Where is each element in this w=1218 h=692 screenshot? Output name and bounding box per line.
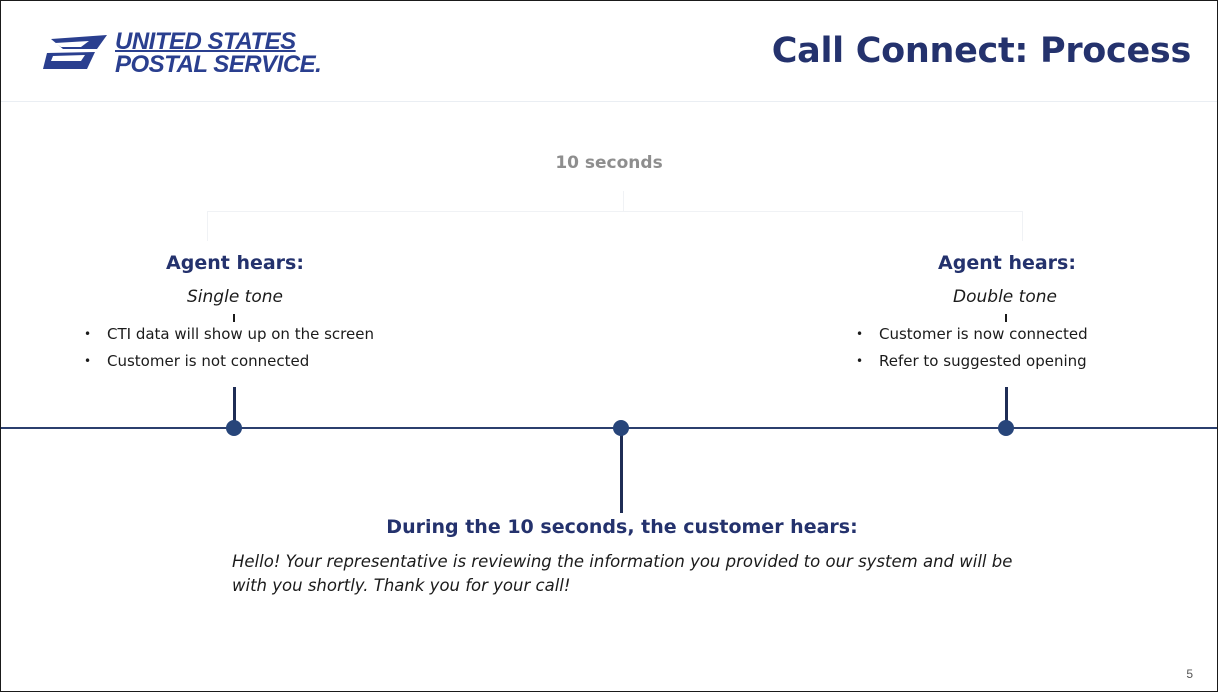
duration-label: 10 seconds xyxy=(555,153,663,173)
right-event-bullets: Customer is now connected Refer to sugge… xyxy=(851,321,1088,375)
duration-bracket-center xyxy=(623,191,624,211)
duration-bracket xyxy=(207,211,1023,212)
left-event-bullets: CTI data will show up on the screen Cust… xyxy=(79,321,374,375)
usps-logo: UNITED STATES POSTAL SERVICE. xyxy=(41,25,322,81)
customer-hears-heading: During the 10 seconds, the customer hear… xyxy=(386,516,858,538)
list-item: Refer to suggested opening xyxy=(851,348,1088,375)
timeline-line xyxy=(1,427,1217,429)
timeline-node-middle xyxy=(613,420,629,436)
duration-bracket-left-end xyxy=(207,211,208,241)
page-title: Call Connect: Process xyxy=(771,31,1192,71)
right-event-tone: Double tone xyxy=(953,287,1057,307)
logo-text-line1: UNITED STATES xyxy=(115,28,296,55)
page-number: 5 xyxy=(1186,667,1193,681)
list-item: CTI data will show up on the screen xyxy=(79,321,374,348)
slide: UNITED STATES POSTAL SERVICE. Call Conne… xyxy=(0,0,1218,692)
middle-event-stem xyxy=(620,429,623,513)
header-divider xyxy=(1,101,1217,102)
left-event-tone: Single tone xyxy=(187,287,283,307)
list-item: Customer is now connected xyxy=(851,321,1088,348)
timeline-node-end xyxy=(998,420,1014,436)
duration-bracket-right-end xyxy=(1022,211,1023,241)
timeline-node-start xyxy=(226,420,242,436)
customer-hears-message: Hello! Your representative is reviewing … xyxy=(232,552,1013,595)
left-event-heading: Agent hears: xyxy=(166,252,304,274)
usps-eagle-icon xyxy=(43,35,107,69)
list-item: Customer is not connected xyxy=(79,348,374,375)
logo-text-line2: POSTAL SERVICE. xyxy=(115,51,322,78)
right-event-heading: Agent hears: xyxy=(938,252,1076,274)
